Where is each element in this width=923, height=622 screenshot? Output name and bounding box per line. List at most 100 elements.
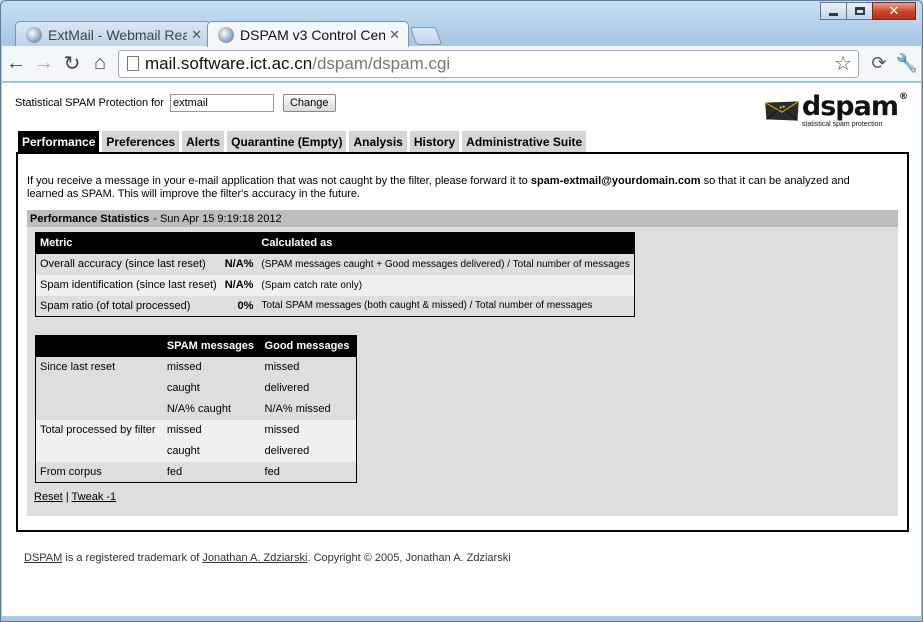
spam-cell: missed [166, 361, 202, 373]
metric-name: Spam ratio (of total processed) [40, 299, 191, 312]
tab-close-icon[interactable]: ✕ [191, 27, 202, 43]
row-label [36, 378, 163, 399]
good-cell: fed [264, 465, 280, 478]
footer: DSPAM is a registered trademark of Jonat… [24, 552, 511, 564]
new-tab-button[interactable] [409, 27, 443, 45]
table-row: Spam ratio (of total processed) 0% Total… [36, 296, 635, 317]
good-cell: missed [264, 361, 300, 373]
table-row: caught delivered [36, 378, 357, 399]
table-header-row: Metric Calculated as [35, 232, 635, 254]
metric-value: N/A% [220, 274, 258, 296]
footer-text: is a registered trademark of [65, 552, 200, 564]
minimize-icon [829, 12, 838, 16]
link-separator: | [65, 491, 69, 503]
browser-tab-dspam[interactable]: DSPAM v3 Control Cente ✕ [207, 21, 409, 47]
table-row: caught delivered [35, 440, 357, 462]
tab-quarantine[interactable]: Quarantine (Empty) [227, 131, 347, 153]
column-header [220, 232, 258, 254]
minimize-button[interactable] [820, 2, 847, 20]
home-icon: ⌂ [93, 52, 107, 74]
column-header: SPAM messages [162, 335, 261, 357]
column-header [35, 335, 163, 357]
metric-value: 0% [237, 299, 254, 312]
spam-cell: caught [166, 382, 200, 394]
maximize-icon [854, 7, 865, 15]
column-header: Metric [35, 232, 221, 254]
tweak-link[interactable]: Tweak -1 [72, 491, 117, 503]
metric-name: Overall accuracy (since last reset) [40, 258, 206, 270]
intro-before: If you receive a message in your e-mail … [27, 175, 528, 187]
reset-link[interactable]: Reset [34, 491, 63, 503]
table-header-row: SPAM messages Good messages [35, 335, 357, 357]
table-row: Spam identification (since last reset) N… [35, 274, 635, 296]
good-cell: delivered [264, 382, 310, 394]
forward-button[interactable]: → [30, 50, 58, 78]
wrench-icon[interactable]: 🔧 [893, 50, 921, 78]
forward-icon: → [34, 52, 54, 74]
address-bar[interactable]: mail.software.ict.ac.cn/dspam/dspam.cgi … [118, 49, 859, 78]
user-input[interactable] [169, 94, 274, 112]
logo-wordmark: dspam [801, 91, 899, 122]
close-window-button[interactable]: ✕ [872, 2, 916, 20]
author-link[interactable]: Jonathan A. Zdziarski [202, 552, 307, 564]
tab-performance[interactable]: Performance [18, 131, 100, 153]
page-viewport: Statistical SPAM Protection for Change d… [2, 83, 921, 616]
extension-icon[interactable]: ⟳ [865, 50, 893, 78]
back-button[interactable]: ← [2, 50, 30, 78]
intro-text: If you receive a message in your e-mail … [27, 175, 877, 201]
stats-links: Reset | Tweak -1 [34, 491, 116, 503]
table-row: Total processed by filter missed missed [35, 419, 357, 441]
metric-table: Metric Calculated as Overall accuracy (s… [35, 232, 635, 317]
content-box: If you receive a message in your e-mail … [16, 152, 909, 532]
stats-title: Performance Statistics [30, 212, 150, 225]
spam-cell: caught [162, 440, 261, 462]
tab-alerts[interactable]: Alerts [182, 131, 225, 153]
row-label: Total processed by filter [35, 419, 163, 441]
column-header: Calculated as [257, 232, 635, 254]
stats-date: - Sun Apr 15 9:19:18 2012 [153, 212, 282, 225]
footer-copyright: . Copyright © 2005, Jonathan A. Zdziarsk… [307, 552, 511, 564]
dspam-link[interactable]: DSPAM [24, 552, 62, 564]
change-button[interactable]: Change [282, 94, 336, 112]
tab-analysis[interactable]: Analysis [349, 131, 407, 153]
row-label [35, 440, 163, 462]
maximize-button[interactable] [846, 2, 873, 20]
good-cell: N/A% missed [264, 403, 331, 415]
good-cell: missed [260, 419, 357, 441]
tab-preferences[interactable]: Preferences [102, 131, 180, 153]
tab-administrative-suite[interactable]: Administrative Suite [462, 131, 587, 153]
metric-formula: (SPAM messages caught + Good messages de… [261, 258, 630, 270]
tab-close-icon[interactable]: ✕ [389, 27, 400, 43]
dspam-logo: dspam® statistical spam protection [764, 91, 908, 131]
browser-window: ✕ ExtMail - Webmail Read ✕ DSPAM v3 Cont… [0, 0, 923, 622]
url-host: mail.software.ict.ac.cn [145, 53, 313, 73]
browser-toolbar: ← → ↻ ⌂ mail.software.ict.ac.cn/dspam/ds… [2, 46, 921, 82]
back-icon: ← [6, 52, 26, 74]
spam-cell: fed [166, 465, 183, 478]
tab-title: DSPAM v3 Control Cente [240, 26, 386, 43]
reload-button[interactable]: ↻ [58, 50, 86, 78]
tab-favicon-icon [26, 26, 42, 43]
metric-formula: (Spam catch rate only) [257, 274, 635, 296]
tab-history[interactable]: History [409, 131, 460, 153]
metric-value: N/A% [224, 258, 254, 270]
performance-statistics-panel: Performance Statistics - Sun Apr 15 9:19… [27, 210, 898, 516]
row-label: Since last reset [40, 361, 116, 373]
window-controls: ✕ [820, 2, 916, 20]
table-row: Since last reset missed missed [36, 357, 357, 378]
close-icon: ✕ [888, 3, 900, 18]
browser-tab-strip: ExtMail - Webmail Read ✕ DSPAM v3 Contro… [15, 21, 443, 47]
envelope-logo-icon [764, 100, 800, 121]
filter-bar: Statistical SPAM Protection for Change [15, 94, 336, 112]
star-icon[interactable]: ☆ [834, 51, 852, 76]
table-row: Overall accuracy (since last reset) N/A%… [36, 254, 635, 275]
browser-tab-extmail[interactable]: ExtMail - Webmail Read ✕ [15, 21, 211, 47]
home-button[interactable]: ⌂ [86, 50, 114, 78]
message-counts-table: SPAM messages Good messages Since last r… [35, 335, 357, 483]
table-row: N/A% caught N/A% missed [36, 399, 357, 420]
reload-icon: ↻ [63, 53, 81, 75]
row-label: From corpus [40, 465, 102, 478]
spam-cell: N/A% caught [166, 403, 232, 415]
logo-tagline: statistical spam protection [801, 121, 883, 128]
column-header: Good messages [260, 335, 357, 357]
